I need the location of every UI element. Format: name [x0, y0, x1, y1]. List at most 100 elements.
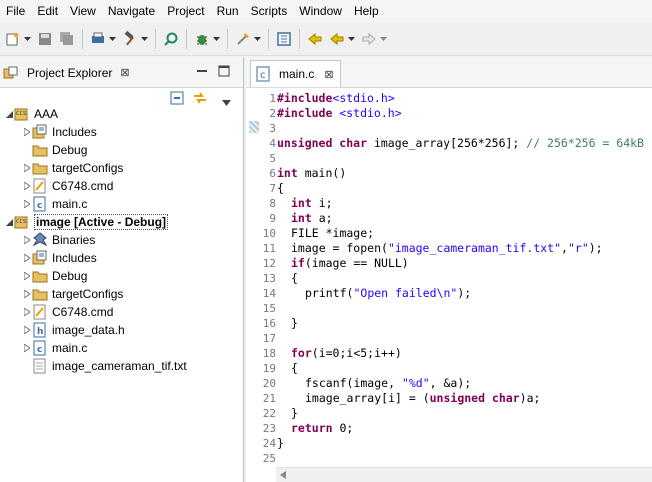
code-line: #include<stdio.h> — [277, 91, 395, 106]
tree-item-label: image_cameraman_tif.txt — [52, 359, 187, 373]
tree-item[interactable]: Debug — [0, 267, 243, 285]
collapsed-arrow-icon[interactable] — [22, 231, 32, 249]
minimize-icon[interactable] — [196, 65, 208, 77]
collapsed-arrow-icon[interactable] — [22, 285, 32, 303]
line-number: 9 — [269, 212, 276, 225]
menu-navigate[interactable]: Navigate — [102, 0, 161, 22]
tree-item[interactable]: Includes — [0, 249, 243, 267]
menu-window[interactable]: Window — [293, 0, 348, 22]
line-number: 2 — [269, 107, 276, 120]
tree-item[interactable]: c main.c — [0, 339, 243, 357]
maximize-icon[interactable] — [218, 65, 230, 77]
editor-panel: c main.c ⊠ 1 2 3 4 5 6 7 8 9 10 11 12 13 14 15 16 17 18 19… — [246, 57, 652, 482]
line-number: 17 — [262, 332, 276, 345]
tree-item[interactable]: image_cameraman_tif.txt — [0, 357, 243, 375]
code-token: image_array[i] = ( — [305, 391, 430, 405]
tree-item[interactable]: CCS image [Active - Debug] — [0, 213, 243, 231]
tree-item[interactable]: C6748.cmd — [0, 303, 243, 321]
collapsed-arrow-icon[interactable] — [22, 177, 32, 195]
tree-item[interactable]: CCS AAA — [0, 105, 243, 123]
tab-main-c[interactable]: c main.c ⊠ — [250, 60, 341, 87]
expanded-arrow-icon[interactable] — [4, 213, 14, 231]
expanded-arrow-icon[interactable] — [4, 105, 14, 123]
menu-scripts[interactable]: Scripts — [245, 0, 294, 22]
toolbar-separator — [155, 28, 156, 49]
chevron-down-icon[interactable] — [348, 30, 355, 48]
code-string: "image_cameraman_tif.txt" — [387, 241, 562, 255]
tree-item[interactable]: targetConfigs — [0, 285, 243, 303]
new-icon[interactable] — [4, 30, 22, 48]
view-memory-icon[interactable] — [275, 30, 293, 48]
ccs-project-icon: CCS — [14, 214, 30, 230]
line-number: 24 — [262, 437, 276, 450]
code-keyword: return — [291, 421, 333, 435]
collapsed-arrow-icon[interactable] — [22, 159, 32, 177]
code-keyword: int — [277, 166, 298, 180]
svg-text:c: c — [37, 201, 42, 211]
tree-item[interactable]: Includes — [0, 123, 243, 141]
chevron-down-icon[interactable] — [213, 30, 220, 48]
code-token: ); — [457, 286, 472, 300]
collapsed-arrow-icon[interactable] — [22, 267, 32, 285]
code-token: a; — [311, 211, 333, 225]
chevron-down-icon[interactable] — [380, 30, 387, 48]
back-arrow-icon[interactable] — [328, 30, 346, 48]
close-icon[interactable]: ⊠ — [120, 66, 129, 79]
collapsed-arrow-icon[interactable] — [22, 339, 32, 357]
code-line: int a; — [277, 211, 333, 226]
print-icon[interactable] — [89, 30, 107, 48]
folder-icon — [32, 160, 48, 176]
tree-item[interactable]: C6748.cmd — [0, 177, 243, 195]
chevron-down-icon[interactable] — [24, 30, 31, 48]
menu-view[interactable]: View — [64, 0, 102, 22]
tree-item[interactable]: h image_data.h — [0, 321, 243, 339]
code-string: "Open failed\n" — [353, 286, 458, 300]
chevron-down-icon[interactable] — [141, 30, 148, 48]
menu-edit[interactable]: Edit — [31, 0, 64, 22]
tree-item-label: C6748.cmd — [52, 305, 114, 319]
tree-item-label: image [Active - Debug] — [34, 214, 169, 230]
menu-run[interactable]: Run — [211, 0, 245, 22]
tab-project-explorer[interactable]: Project Explorer ⊠ — [0, 60, 136, 85]
tree-item[interactable]: targetConfigs — [0, 159, 243, 177]
collapsed-arrow-icon[interactable] — [22, 321, 32, 339]
collapsed-arrow-icon[interactable] — [22, 303, 32, 321]
save-icon[interactable] — [36, 30, 54, 48]
flash-tool-icon[interactable] — [234, 30, 252, 48]
line-number: 22 — [262, 407, 276, 420]
code-line: } — [277, 406, 298, 421]
tree-item-label: targetConfigs — [52, 287, 124, 301]
scroll-left-icon — [280, 471, 286, 479]
build-hammer-icon[interactable] — [121, 30, 139, 48]
line-number: 4 — [269, 137, 276, 150]
collapsed-arrow-icon[interactable] — [22, 195, 32, 213]
chevron-down-icon[interactable] — [109, 30, 116, 48]
line-number: 20 — [262, 377, 276, 390]
code-line: image_array[i] = (unsigned char)a; — [277, 391, 540, 406]
last-edit-location-icon[interactable] — [306, 30, 324, 48]
collapsed-arrow-icon[interactable] — [22, 123, 32, 141]
project-explorer-panel: Project Explorer ⊠ CCS AAA Includes Debug ta… — [0, 57, 244, 482]
code-keyword: if — [291, 256, 305, 270]
tree-item-label: C6748.cmd — [52, 179, 114, 193]
tree-item[interactable]: c main.c — [0, 195, 243, 213]
code-token: } — [291, 406, 298, 420]
menu-project[interactable]: Project — [161, 0, 210, 22]
tree-item[interactable]: Debug — [0, 141, 243, 159]
h-file-icon: h — [32, 322, 48, 338]
menu-file[interactable]: File — [0, 0, 31, 22]
chevron-down-icon[interactable] — [254, 30, 261, 48]
collapsed-arrow-icon[interactable] — [22, 249, 32, 267]
horizontal-scrollbar[interactable] — [276, 467, 652, 482]
search-icon[interactable] — [162, 30, 180, 48]
debug-bug-icon[interactable] — [193, 30, 211, 48]
save-all-icon[interactable] — [58, 30, 76, 48]
menu-help[interactable]: Help — [348, 0, 385, 22]
forward-arrow-icon[interactable] — [360, 30, 378, 48]
tree-item[interactable]: Binaries — [0, 231, 243, 249]
tree-item-label: Includes — [52, 251, 97, 265]
svg-text:CCS: CCS — [16, 111, 26, 117]
project-explorer-header: Project Explorer ⊠ — [0, 57, 243, 88]
close-icon[interactable]: ⊠ — [324, 68, 333, 81]
